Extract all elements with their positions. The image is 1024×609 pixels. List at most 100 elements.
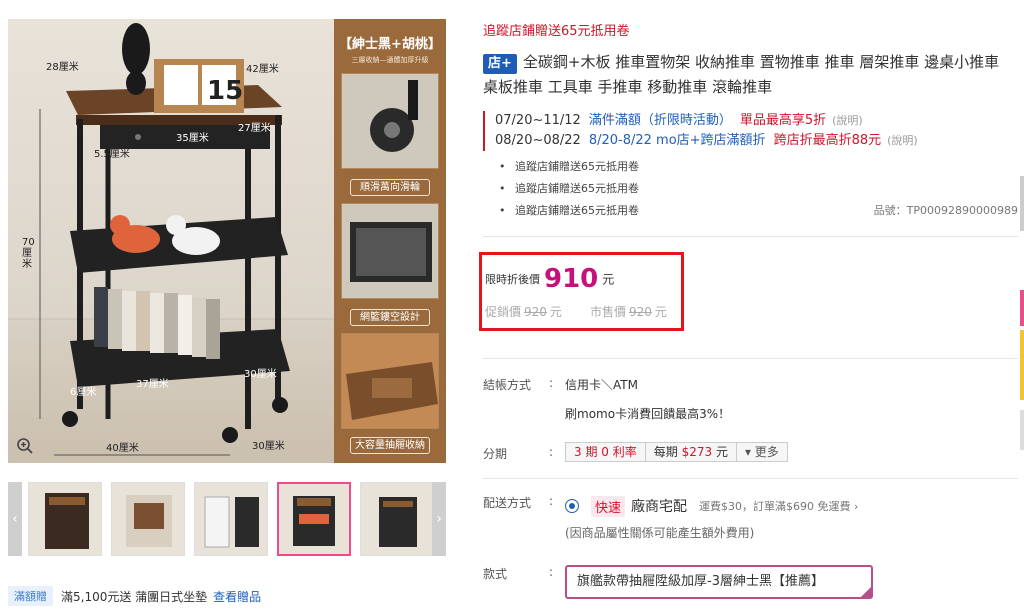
market-price-value: 920 <box>628 305 652 319</box>
promotion-line: 08/20~08/22 8/20-8/22 mo店+跨店滿額折 跨店折最高折88元 (… <box>495 131 1018 151</box>
thumbnail[interactable] <box>360 482 434 556</box>
product-details: 追蹤店鋪贈送65元抵用卷 店+ 全碳鋼+木板 推車置物架 收納推車 置物推車 推車… <box>479 0 1018 609</box>
list-item: 追蹤店鋪贈送65元抵用卷 <box>483 156 1018 178</box>
market-price-label: 市售價 <box>589 305 626 319</box>
divider <box>483 358 1018 359</box>
view-gift-link[interactable]: 查看贈品 <box>213 588 261 605</box>
installment-label: 分期 <box>483 447 508 461</box>
feature-label: 網籃鏤空設計 <box>350 309 430 326</box>
payment-note: 刷momo卡消費回饋最高3%！ <box>565 407 731 421</box>
product-photo: 15 28厘米 42厘米 35厘米 27厘米 5.5厘米 70厘米 6厘米 37… <box>8 19 334 463</box>
price-highlight-box: 限時折後價 910 元 促銷價 920 元市售價 920 元 <box>479 252 684 331</box>
thumbnail[interactable] <box>194 482 268 556</box>
product-page: 15 28厘米 42厘米 35厘米 27厘米 5.5厘米 70厘米 6厘米 37… <box>0 0 1024 609</box>
sale-price-label: 限時折後價 <box>485 273 540 286</box>
promotion-line: 07/20~11/12 滿件滿額（折限時活動） 單品最高享5折 (說明) <box>495 111 1018 131</box>
zoom-in-icon[interactable] <box>16 437 34 455</box>
dimension-label: 27厘米 <box>238 123 271 134</box>
dimension-label: 28厘米 <box>46 62 79 73</box>
sku-number: 品號：TP00092890000989 <box>873 204 1018 217</box>
installment-per-period: 每期 $273 元 <box>645 443 737 461</box>
feature-panel: 【紳士黑+胡桃】 三層收納—通體加厚升級 順滑萬向滑輪 網籃鏤空設計 大容量抽屜… <box>334 19 446 463</box>
promotion-note-link[interactable]: (說明) <box>887 134 918 147</box>
dimension-label: 6厘米 <box>70 387 97 398</box>
edge-accent <box>1020 410 1024 450</box>
feature-label: 大容量抽屜收納 <box>350 437 430 454</box>
list-item: 追蹤店鋪贈送65元抵用卷 品號：TP00092890000989 <box>483 200 1018 222</box>
edge-accent <box>1020 330 1024 400</box>
gift-tag: 滿額贈 <box>8 586 53 606</box>
promotion-link[interactable]: 滿件滿額（折限時活動） <box>589 113 732 128</box>
per-period-label: 每期 <box>653 445 678 459</box>
style-label: 款式 <box>483 567 508 581</box>
feature-image-wheel <box>341 73 439 169</box>
installment-more-button[interactable]: ▾ 更多 <box>736 443 787 461</box>
promotion-note-link[interactable]: (說明) <box>832 114 863 127</box>
installment-selector[interactable]: 3 期 0 利率 每期 $273 元 ▾ 更多 <box>565 442 788 462</box>
divider <box>483 478 1018 479</box>
thumbnail[interactable] <box>111 482 185 556</box>
promotion-highlight: 單品最高享5折 <box>739 113 827 128</box>
installment-periods[interactable]: 3 期 0 利率 <box>566 443 646 461</box>
gift-promo: 滿額贈 滿5,100元送 蒲團日式坐墊 查看贈品 <box>8 586 261 606</box>
chevron-right-icon[interactable]: › <box>432 482 446 556</box>
follow-store-promo[interactable]: 追蹤店鋪贈送65元抵用卷 <box>483 20 630 39</box>
chevron-left-icon[interactable]: ‹ <box>8 482 22 556</box>
feature-image-basket <box>341 203 439 299</box>
feature-panel-title: 【紳士黑+胡桃】 <box>339 37 441 52</box>
shipping-radio[interactable] <box>565 499 579 513</box>
svg-text:15: 15 <box>207 76 243 106</box>
selected-corner-mark <box>860 586 872 598</box>
dimension-label: 70厘米 <box>22 237 35 270</box>
promo-price-unit: 元 <box>549 305 562 319</box>
shipping-option[interactable]: 快速 廠商宅配 運費$30，訂單滿$690 免運費 › <box>565 494 858 518</box>
list-item-text: 追蹤店鋪贈送65元抵用卷 <box>515 204 639 217</box>
dimension-label: 37厘米 <box>136 379 169 390</box>
gift-text: 滿5,100元送 蒲團日式坐墊 <box>61 589 208 604</box>
promotion-list: 07/20~11/12 滿件滿額（折限時活動） 單品最高享5折 (說明) 08/20~… <box>483 111 1018 151</box>
shipping-method: 廠商宅配 <box>631 499 688 515</box>
promotion-link[interactable]: 8/20-8/22 mo店+跨店滿額折 <box>589 133 766 148</box>
style-colon: : <box>549 565 554 579</box>
product-title: 店+ 全碳鋼+木板 推車置物架 收納推車 置物推車 推車 層架推車 邊桌小推車 桌… <box>483 50 1018 100</box>
promotion-date: 08/20~08/22 <box>495 133 581 148</box>
feature-panel-subtitle: 三層收納—通體加厚升級 <box>351 56 429 64</box>
thumbnail-strip: ‹ › <box>8 482 446 556</box>
per-period-unit: 元 <box>715 445 728 459</box>
dimension-label: 35厘米 <box>176 133 209 144</box>
follow-bullets: 追蹤店鋪贈送65元抵用卷 追蹤店鋪贈送65元抵用卷 追蹤店鋪贈送65元抵用卷 品號… <box>483 156 1018 222</box>
per-period-amount: $273 <box>681 445 713 459</box>
quick-delivery-badge: 快速 <box>591 495 626 517</box>
shipping-note: (因商品屬性關係可能產生額外費用) <box>565 526 755 540</box>
promotion-date: 07/20~11/12 <box>495 113 581 128</box>
payment-label: 結帳方式 <box>483 378 532 392</box>
edge-accent <box>1020 176 1024 231</box>
promo-price-label: 促銷價 <box>485 305 522 319</box>
thumbnail[interactable] <box>28 482 102 556</box>
thumbnail-active[interactable] <box>277 482 351 556</box>
main-product-image[interactable]: 15 28厘米 42厘米 35厘米 27厘米 5.5厘米 70厘米 6厘米 37… <box>8 19 446 463</box>
dimension-label: 30厘米 <box>252 441 285 452</box>
promo-price-value: 920 <box>524 305 547 319</box>
edge-accent <box>1020 290 1024 326</box>
rolling-cart-illustration: 15 <box>8 23 334 456</box>
original-prices: 促銷價 920 元市售價 920 元 <box>485 303 667 320</box>
style-option-label: 旗艦款帶抽屜陞級加厚-3層紳士黑【推薦】 <box>577 574 824 589</box>
divider <box>483 236 1018 237</box>
promotion-highlight: 跨店折最高折88元 <box>773 133 882 148</box>
payment-method: 信用卡＼ATM <box>565 378 638 392</box>
feature-image-drawer <box>341 333 439 429</box>
feature-label: 順滑萬向滑輪 <box>350 179 430 196</box>
payment-colon: : <box>549 376 554 390</box>
dimension-label: 30厘米 <box>244 369 277 380</box>
shipping-colon: : <box>549 494 554 508</box>
sale-price: 限時折後價 910 元 <box>485 264 614 294</box>
dimension-label: 42厘米 <box>246 64 279 75</box>
installment-colon: : <box>549 445 554 459</box>
dimension-label: 5.5厘米 <box>94 149 130 160</box>
shipping-fee-link[interactable]: 運費$30，訂單滿$690 免運費 › <box>699 498 858 514</box>
dimension-label: 40厘米 <box>106 443 139 454</box>
style-option-selected[interactable]: 旗艦款帶抽屜陞級加厚-3層紳士黑【推薦】 <box>565 565 873 599</box>
product-title-text: 全碳鋼+木板 推車置物架 收納推車 置物推車 推車 層架推車 邊桌小推車 桌板推… <box>483 53 1000 96</box>
market-price-unit: 元 <box>654 305 667 319</box>
